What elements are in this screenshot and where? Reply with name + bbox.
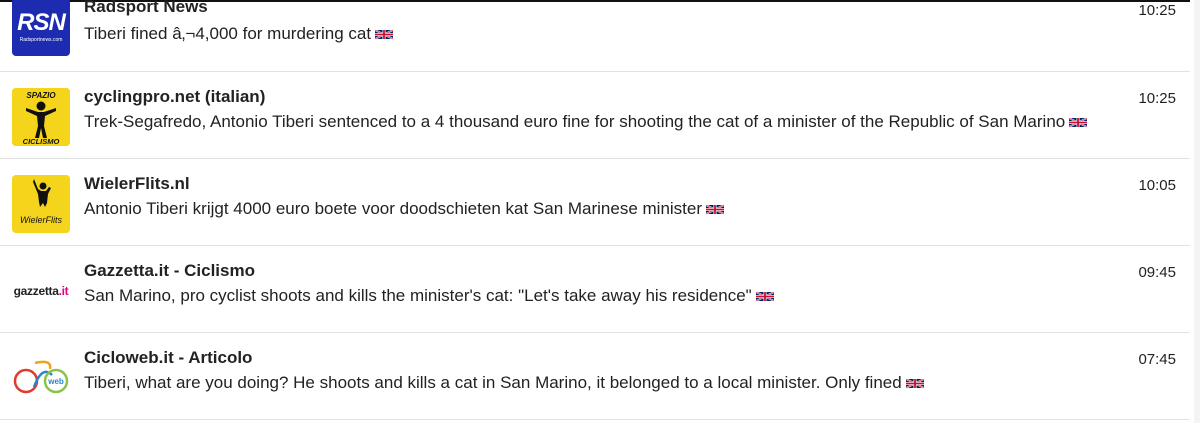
scrollbar-track[interactable] — [1194, 0, 1200, 423]
source-name[interactable]: Gazzetta.it - Ciclismo — [84, 261, 255, 281]
uk-flag-icon[interactable] — [905, 377, 924, 390]
timestamp: 10:05 — [1138, 177, 1176, 194]
logo-text: WielerFlits — [20, 215, 62, 225]
headline-text[interactable]: Tiberi fined â‚¬4,000 for murdering cat — [84, 24, 371, 43]
headline-link[interactable]: Trek-Segafredo, Antonio Tiberi sentenced… — [84, 112, 1088, 132]
radsport-news-logo: RSN Radsportnews.com — [12, 0, 70, 56]
logo-word: gazzetta — [13, 284, 59, 298]
rider-celebrating-icon: WielerFlits — [12, 175, 70, 233]
uk-flag-icon[interactable] — [1069, 116, 1088, 129]
bicycle-icon: web — [12, 349, 70, 407]
news-item[interactable]: WielerFlits WielerFlits.nl Antonio Tiber… — [0, 159, 1190, 246]
logo-suffix: .it — [58, 284, 69, 298]
logo-text-bottom: CICLISMO — [23, 137, 60, 146]
gazzetta-logo: gazzetta.it — [12, 262, 70, 320]
timestamp: 10:25 — [1138, 2, 1176, 19]
headline-text[interactable]: Trek-Segafredo, Antonio Tiberi sentenced… — [84, 112, 1065, 131]
logo-subtext: Radsportnews.com — [19, 37, 63, 43]
headline-text[interactable]: San Marino, pro cyclist shoots and kills… — [84, 286, 752, 305]
logo-text: gazzetta.it — [14, 284, 69, 298]
uk-flag-icon[interactable] — [755, 290, 774, 303]
news-item[interactable]: gazzetta.it Gazzetta.it - Ciclismo San M… — [0, 246, 1190, 333]
spazio-ciclismo-logo: SPAZIO CICLISMO — [12, 88, 70, 146]
headline-link[interactable]: Tiberi fined â‚¬4,000 for murdering cat — [84, 24, 394, 44]
logo-text-top: SPAZIO — [26, 91, 56, 100]
headline-link[interactable]: Tiberi, what are you doing? He shoots an… — [84, 373, 924, 393]
timestamp: 07:45 — [1138, 351, 1176, 368]
logo-text: web — [47, 377, 64, 386]
source-name[interactable]: WielerFlits.nl — [84, 174, 190, 194]
wielerflits-logo: WielerFlits — [12, 175, 70, 233]
cyclist-silhouette-icon: SPAZIO CICLISMO — [12, 88, 70, 146]
news-item[interactable]: RSN Radsportnews.com Radsport News Tiber… — [0, 0, 1190, 72]
source-name[interactable]: Cicloweb.it - Articolo — [84, 348, 252, 368]
uk-flag-icon[interactable] — [375, 28, 394, 41]
uk-flag-icon[interactable] — [706, 203, 725, 216]
news-item[interactable]: SPAZIO CICLISMO cyclingpro.net (italian)… — [0, 72, 1190, 159]
source-name[interactable]: Radsport News — [84, 0, 208, 17]
headline-text[interactable]: Tiberi, what are you doing? He shoots an… — [84, 373, 902, 392]
headline-link[interactable]: San Marino, pro cyclist shoots and kills… — [84, 286, 774, 306]
timestamp: 09:45 — [1138, 264, 1176, 281]
timestamp: 10:25 — [1138, 90, 1176, 107]
cicloweb-logo: web — [12, 349, 70, 407]
headline-text[interactable]: Antonio Tiberi krijgt 4000 euro boete vo… — [84, 199, 702, 218]
logo-text: RSN — [17, 9, 66, 36]
news-feed: RSN Radsportnews.com Radsport News Tiber… — [0, 0, 1190, 420]
news-item[interactable]: web Cicloweb.it - Articolo Tiberi, what … — [0, 333, 1190, 420]
headline-link[interactable]: Antonio Tiberi krijgt 4000 euro boete vo… — [84, 199, 725, 219]
source-name[interactable]: cyclingpro.net (italian) — [84, 87, 265, 107]
